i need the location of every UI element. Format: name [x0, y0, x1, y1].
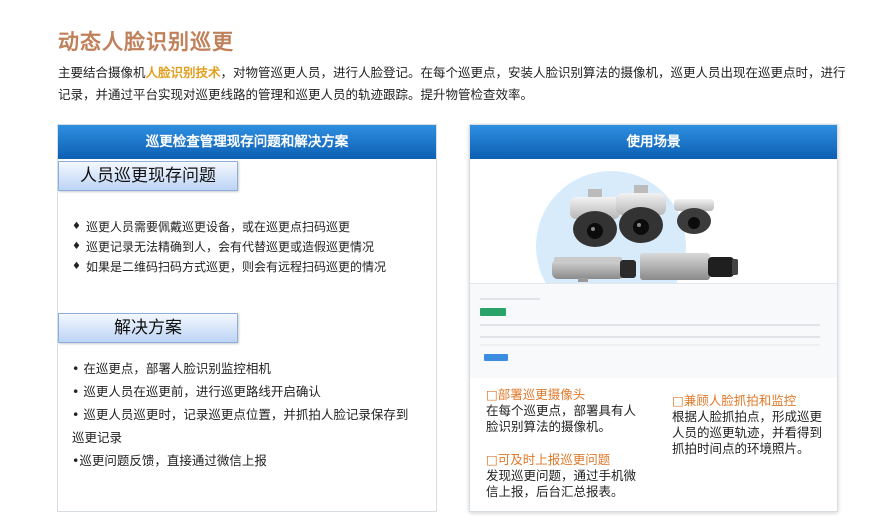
box-camera-icon: [640, 253, 738, 280]
dome-camera-icon: [674, 199, 714, 234]
solution-item: • 在巡更点，部署人脸识别监控相机: [72, 361, 271, 376]
feature-body: 脸识别算法的摄像机。: [486, 419, 612, 434]
ptz-camera-icon: [616, 185, 666, 243]
intro-highlight: 人脸识别技术: [145, 65, 221, 80]
feature-face-capture: □兼顾人脸抓拍和监控 根据人脸抓拍点，形成巡更 人员的巡更轨迹，并看得到 抓拍时…: [672, 393, 832, 457]
feature-deploy-camera: □部署巡更摄像头 在每个巡更点，部署具有人 脸识别算法的摄像机。: [486, 387, 656, 435]
solution-item: 巡更记录: [72, 430, 123, 445]
screenshot-table-row: [480, 344, 820, 346]
feature-heading: □可及时上报巡更问题: [486, 452, 611, 467]
problems-panel-header: 巡更检查管理现存问题和解决方案: [58, 125, 436, 159]
platform-screenshot: [470, 283, 837, 378]
feature-body: 在每个巡更点，部署具有人: [486, 403, 637, 418]
diamond-bullet-icon: ♦: [72, 241, 81, 252]
problems-tag: 人员巡更现存问题: [58, 161, 238, 191]
feature-body: 根据人脸抓拍点，形成巡更: [672, 409, 823, 424]
solutions-list: • 在巡更点，部署人脸识别监控相机 • 巡更人员在巡更前，进行巡更路线开启确认 …: [72, 357, 427, 472]
feature-report-issues: □可及时上报巡更问题 发现巡更问题，通过手机微 信上报，后台汇总报表。: [486, 452, 656, 500]
ptz-camera-icon: [570, 189, 620, 247]
screenshot-table-header: [480, 324, 820, 326]
solution-item: • 巡更人员巡更时，记录巡更点位置，并抓拍人脸记录保存到: [72, 407, 409, 422]
feature-heading: □部署巡更摄像头: [486, 387, 586, 402]
feature-body: 发现巡更问题，通过手机微: [486, 468, 637, 483]
screenshot-green-button: [480, 308, 506, 316]
screenshot-table-row: [480, 336, 820, 338]
cameras-illustration: [552, 185, 738, 282]
intro-paragraph: 主要结合摄像机人脸识别技术，对物管巡更人员，进行人脸登记。在每个巡更点，安装人脸…: [58, 62, 848, 106]
diamond-bullet-icon: ♦: [72, 261, 81, 272]
feature-body: 人员的巡更轨迹，并看得到: [672, 425, 823, 440]
feature-body: 抓拍时间点的环境照片。: [672, 441, 810, 456]
camera-product-image: [470, 161, 768, 321]
usage-panel-header: 使用场景: [470, 125, 837, 159]
screenshot-tabs: [480, 298, 540, 300]
intro-text-before: 主要结合摄像机: [58, 65, 146, 80]
problems-solutions-panel: 巡更检查管理现存问题和解决方案 人员巡更现存问题 ♦ 巡更人员需要佩戴巡更设备，或…: [57, 124, 437, 512]
feature-body: 信上报，后台汇总报表。: [486, 484, 624, 499]
usage-scenario-panel: 使用场景 □部署巡更摄像头 在每个巡更点，部署具有人 脸识别算法的摄像机。 □可…: [469, 124, 838, 512]
solution-item: • 巡更人员在巡更前，进行巡更路线开启确认: [72, 384, 321, 399]
problems-list: ♦ 巡更人员需要佩戴巡更设备，或在巡更点扫码巡更 ♦ 巡更记录无法精确到人，会有代替…: [72, 217, 386, 277]
diamond-bullet-icon: ♦: [72, 221, 81, 232]
screenshot-blue-button: [484, 354, 508, 361]
page-title: 动态人脸识别巡更: [58, 30, 234, 54]
solution-tag: 解决方案: [58, 313, 238, 343]
problem-item: ♦ 巡更记录无法精确到人，会有代替巡更或造假巡更情况: [72, 237, 386, 257]
problem-item: ♦ 如果是二维码扫码方式巡更，则会有远程扫码巡更的情况: [72, 257, 386, 277]
feature-heading: □兼顾人脸抓拍和监控: [672, 393, 797, 408]
problem-item: ♦ 巡更人员需要佩戴巡更设备，或在巡更点扫码巡更: [72, 217, 386, 237]
bullet-camera-icon: [552, 257, 636, 282]
solution-item: •巡更问题反馈，直接通过微信上报: [72, 453, 267, 468]
